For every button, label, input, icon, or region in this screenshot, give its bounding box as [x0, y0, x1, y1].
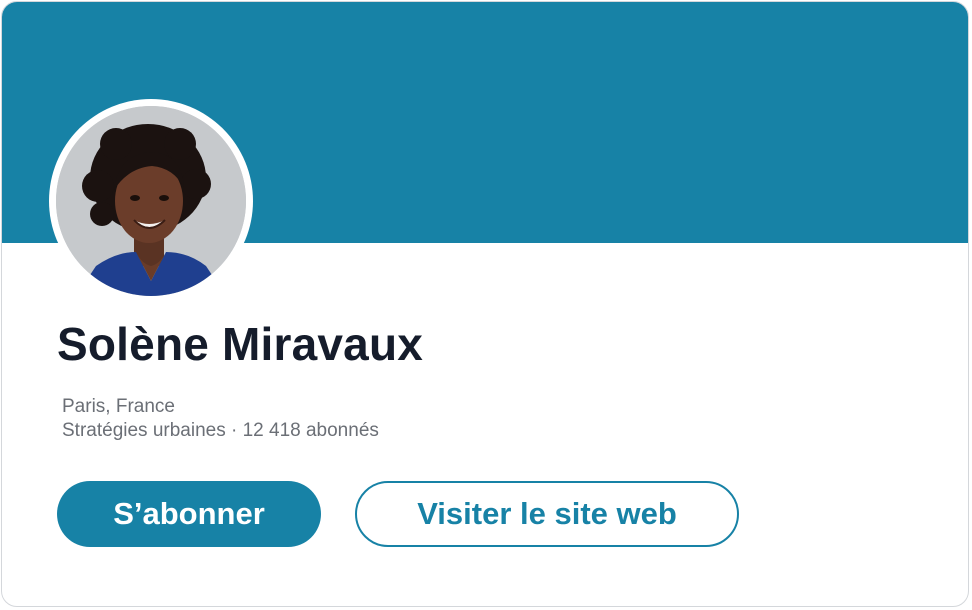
profile-headline: Stratégies urbaines · 12 418 abonnés — [62, 420, 379, 441]
avatar-photo — [56, 106, 246, 296]
avatar[interactable] — [49, 99, 253, 303]
profile-location: Paris, France — [62, 396, 175, 417]
person-portrait-icon — [56, 106, 246, 296]
profile-meta: Paris, France Stratégies urbaines · 12 4… — [62, 395, 379, 443]
profile-name: Solène Miravaux — [57, 318, 424, 370]
subscribe-button[interactable]: S’abonner — [57, 481, 321, 547]
profile-card: Solène Miravaux Paris, France Stratégies… — [1, 1, 969, 607]
visit-website-button[interactable]: Visiter le site web — [355, 481, 739, 547]
